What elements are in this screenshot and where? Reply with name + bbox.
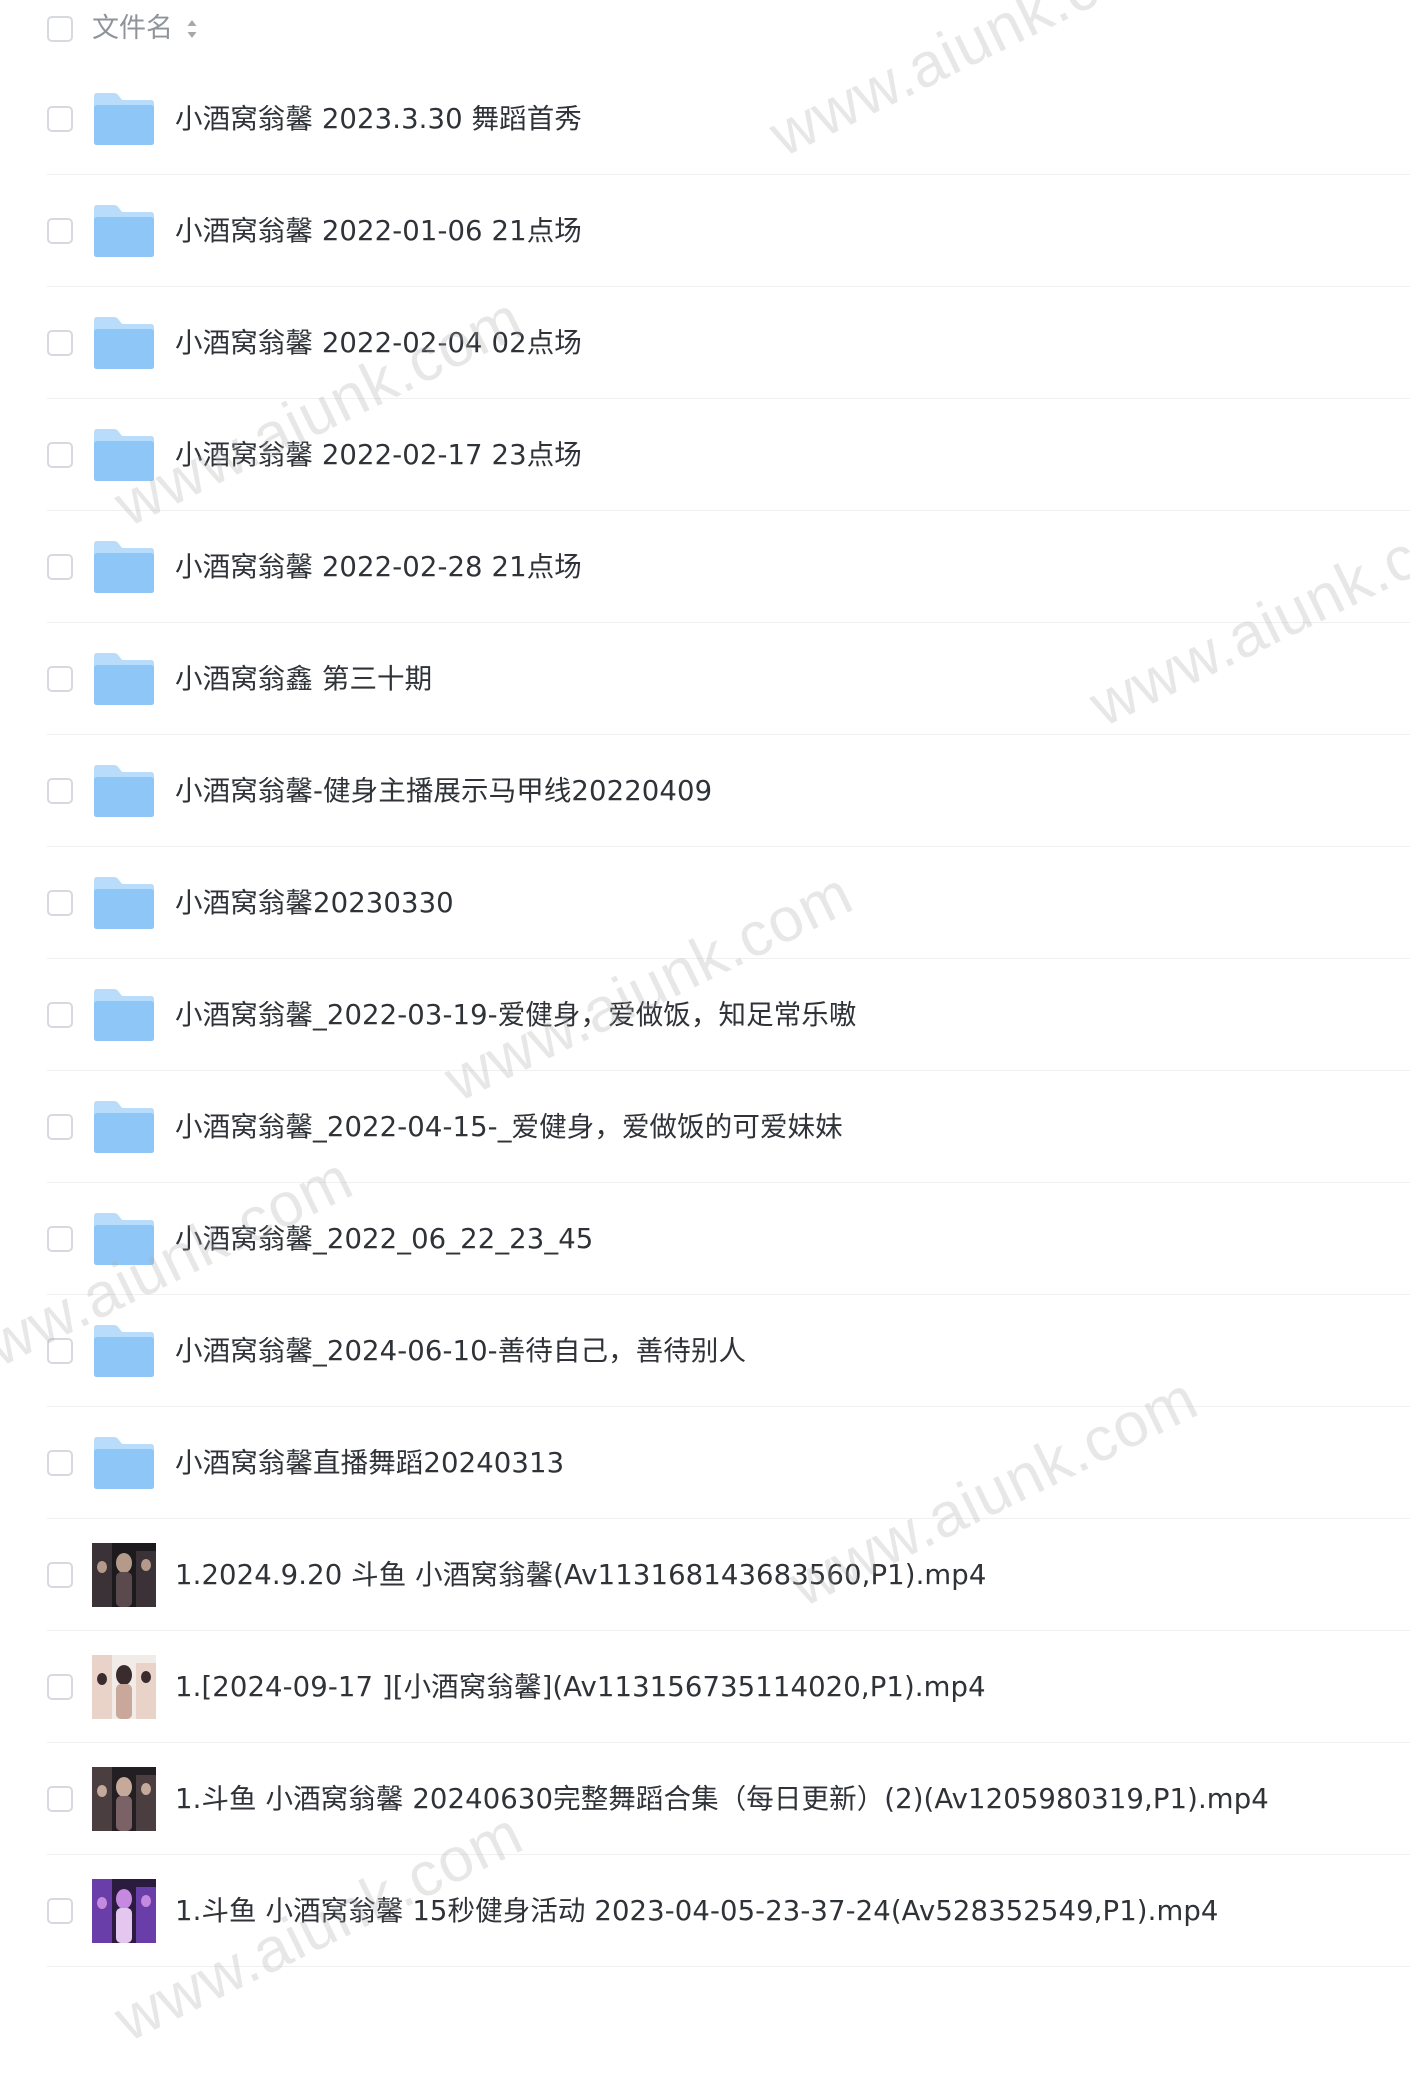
folder-row[interactable]: 小酒窝翁鑫 第三十期 [0,623,1410,735]
folder-row[interactable]: 小酒窝翁馨-健身主播展示马甲线20220409 [0,735,1410,847]
folder-name[interactable]: 小酒窝翁馨-健身主播展示马甲线20220409 [175,771,712,811]
folder-row[interactable]: 小酒窝翁馨 2022-02-17 23点场 [0,399,1410,511]
video-file-row[interactable]: 1.[2024-09-17 ][小酒窝翁馨](Av113156735114020… [0,1631,1410,1743]
folder-icon [94,989,154,1041]
folder-icon [94,1325,154,1377]
video-file-row[interactable]: 1.斗鱼 小酒窝翁馨 15秒健身活动 2023-04-05-23-37-24(A… [0,1855,1410,1967]
row-checkbox[interactable] [47,666,73,692]
row-checkbox[interactable] [47,442,73,468]
video-file-row[interactable]: 1.斗鱼 小酒窝翁馨 20240630完整舞蹈合集（每日更新）(2)(Av120… [0,1743,1410,1855]
folder-row[interactable]: 小酒窝翁馨_2022-04-15-_爱健身，爱做饭的可爱妹妹 [0,1071,1410,1183]
folder-icon [94,1213,154,1265]
folder-name[interactable]: 小酒窝翁馨_2022-04-15-_爱健身，爱做饭的可爱妹妹 [175,1107,843,1147]
folder-icon [94,1437,154,1489]
folder-name[interactable]: 小酒窝翁鑫 第三十期 [175,659,432,699]
row-checkbox[interactable] [47,330,73,356]
select-all-checkbox[interactable] [47,16,73,42]
row-checkbox[interactable] [47,1674,73,1700]
video-thumbnail-icon [92,1879,156,1943]
folder-row[interactable]: 小酒窝翁馨_2024-06-10-善待自己，善待别人 [0,1295,1410,1407]
folder-row[interactable]: 小酒窝翁馨_2022-03-19-爱健身，爱做饭，知足常乐嗷 [0,959,1410,1071]
folder-row[interactable]: 小酒窝翁馨 2022-01-06 21点场 [0,175,1410,287]
folder-row[interactable]: 小酒窝翁馨 2022-02-04 02点场 [0,287,1410,399]
row-checkbox[interactable] [47,1898,73,1924]
row-checkbox[interactable] [47,1114,73,1140]
folder-name[interactable]: 小酒窝翁馨 2022-01-06 21点场 [175,211,582,251]
row-checkbox[interactable] [47,1786,73,1812]
folder-name[interactable]: 小酒窝翁馨直播舞蹈20240313 [175,1443,564,1483]
folder-name[interactable]: 小酒窝翁馨_2024-06-10-善待自己，善待别人 [175,1331,746,1371]
folder-name[interactable]: 小酒窝翁馨 2022-02-28 21点场 [175,547,582,587]
filename-column-header[interactable]: 文件名 [92,10,173,48]
file-name[interactable]: 1.2024.9.20 斗鱼 小酒窝翁馨(Av113168143683560,P… [175,1555,986,1595]
folder-icon [94,765,154,817]
row-checkbox[interactable] [47,1226,73,1252]
folder-row[interactable]: 小酒窝翁馨 2023.3.30 舞蹈首秀 [0,63,1410,175]
file-name[interactable]: 1.斗鱼 小酒窝翁馨 20240630完整舞蹈合集（每日更新）(2)(Av120… [175,1779,1269,1819]
file-name[interactable]: 1.[2024-09-17 ][小酒窝翁馨](Av113156735114020… [175,1667,986,1707]
sort-updown-icon[interactable] [186,16,198,42]
video-thumbnail-icon [92,1655,156,1719]
folder-icon [94,205,154,257]
folder-icon [94,653,154,705]
row-checkbox[interactable] [47,1562,73,1588]
folder-name[interactable]: 小酒窝翁馨_2022_06_22_23_45 [175,1219,593,1259]
folder-icon [94,429,154,481]
row-checkbox[interactable] [47,1002,73,1028]
folder-row[interactable]: 小酒窝翁馨20230330 [0,847,1410,959]
row-checkbox[interactable] [47,106,73,132]
folder-icon [94,1101,154,1153]
row-checkbox[interactable] [47,890,73,916]
folder-row[interactable]: 小酒窝翁馨直播舞蹈20240313 [0,1407,1410,1519]
file-name[interactable]: 1.斗鱼 小酒窝翁馨 15秒健身活动 2023-04-05-23-37-24(A… [175,1891,1219,1931]
folder-name[interactable]: 小酒窝翁馨_2022-03-19-爱健身，爱做饭，知足常乐嗷 [175,995,857,1035]
folder-row[interactable]: 小酒窝翁馨 2022-02-28 21点场 [0,511,1410,623]
folder-name[interactable]: 小酒窝翁馨 2023.3.30 舞蹈首秀 [175,99,582,139]
folder-name[interactable]: 小酒窝翁馨20230330 [175,883,454,923]
video-thumbnail-icon [92,1767,156,1831]
row-checkbox[interactable] [47,778,73,804]
row-checkbox[interactable] [47,218,73,244]
video-thumbnail-icon [92,1543,156,1607]
folder-icon [94,541,154,593]
folder-icon [94,93,154,145]
folder-name[interactable]: 小酒窝翁馨 2022-02-17 23点场 [175,435,582,475]
row-checkbox[interactable] [47,554,73,580]
video-file-row[interactable]: 1.2024.9.20 斗鱼 小酒窝翁馨(Av113168143683560,P… [0,1519,1410,1631]
file-list: 小酒窝翁馨 2023.3.30 舞蹈首秀 小酒窝翁馨 2022-01-06 21点… [0,63,1410,1967]
row-checkbox[interactable] [47,1338,73,1364]
folder-row[interactable]: 小酒窝翁馨_2022_06_22_23_45 [0,1183,1410,1295]
folder-icon [94,877,154,929]
list-header: 文件名 [0,0,1410,58]
folder-icon [94,317,154,369]
row-checkbox[interactable] [47,1450,73,1476]
folder-name[interactable]: 小酒窝翁馨 2022-02-04 02点场 [175,323,582,363]
